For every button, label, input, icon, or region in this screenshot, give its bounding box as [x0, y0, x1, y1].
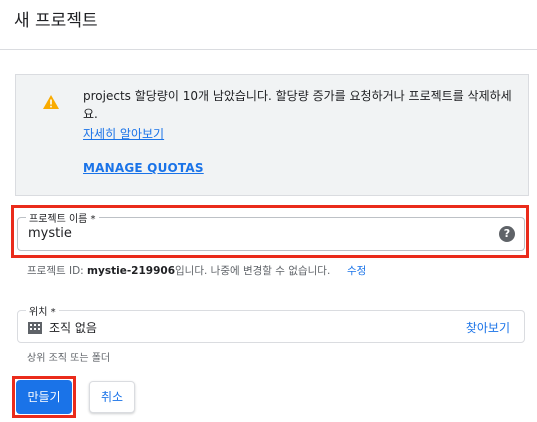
- page-title: 새 프로젝트: [14, 11, 98, 31]
- create-button[interactable]: 만들기: [16, 380, 72, 414]
- project-name-label: 프로젝트 이름 *: [26, 210, 99, 225]
- project-name-field[interactable]: 프로젝트 이름 * mystie ?: [17, 210, 525, 251]
- location-value: 조직 없음: [49, 321, 97, 335]
- manage-quotas-link[interactable]: MANAGE QUOTAS: [83, 161, 204, 175]
- project-id-text: 프로젝트 ID: mystie-219906입니다. 나중에 변경할 수 없습니…: [27, 265, 331, 277]
- project-name-value[interactable]: mystie: [28, 226, 72, 241]
- location-hint: 상위 조직 또는 폴더: [27, 353, 111, 364]
- location-field[interactable]: 위치 * 조직 없음 찾아보기: [17, 303, 525, 343]
- building-icon: [28, 322, 42, 334]
- browse-button[interactable]: 찾아보기: [466, 319, 510, 336]
- learn-more-link[interactable]: 자세히 알아보기: [83, 125, 164, 142]
- project-id-value: mystie-219906: [87, 265, 176, 277]
- quota-notice-text: projects 할당량이 10개 남았습니다. 할당량 증가를 요청하거나 프…: [83, 89, 512, 121]
- edit-project-id-link[interactable]: 수정: [347, 263, 366, 278]
- cancel-button[interactable]: 취소: [89, 381, 135, 413]
- quota-notice: projects 할당량이 10개 남았습니다. 할당량 증가를 요청하거나 프…: [15, 74, 529, 196]
- help-icon[interactable]: ?: [499, 226, 515, 242]
- warning-icon: [43, 95, 59, 109]
- header-divider: [0, 49, 537, 50]
- location-label: 위치 *: [26, 303, 59, 318]
